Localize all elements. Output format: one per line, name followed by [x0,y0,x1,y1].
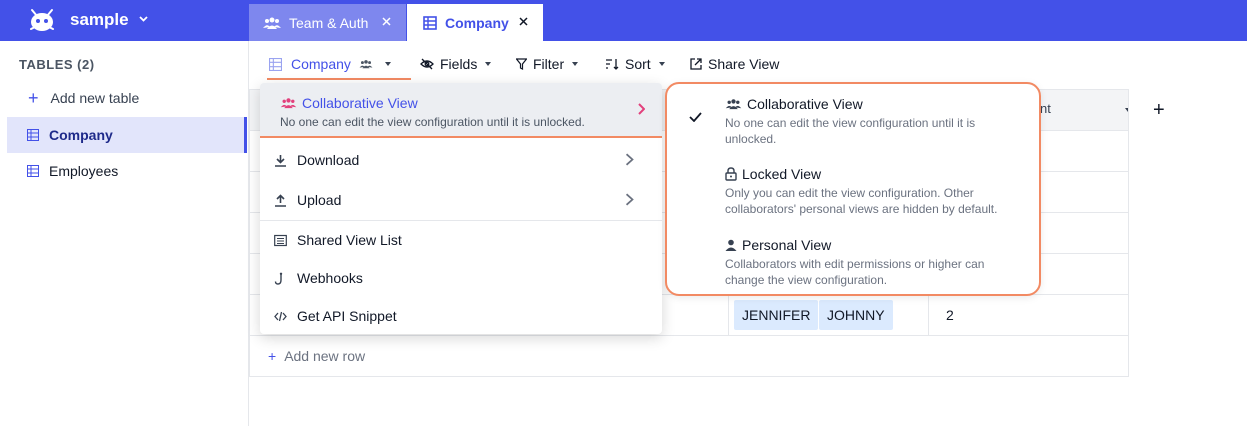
option-personal-view[interactable]: Personal View Collaborators with edit pe… [725,237,1025,288]
tab-label: Company [445,14,509,31]
option-collaborative-view[interactable]: Collaborative View No one can edit the v… [725,96,1025,147]
chevron-right-icon [625,193,634,206]
menu-item-label: Upload [297,192,342,208]
chevron-right-icon [638,103,645,115]
sidebar-item-label: Employees [49,163,119,179]
view-lock-submenu: Collaborative View No one can edit the v… [665,82,1041,296]
share-view-label: Share View [708,56,780,72]
menu-item-label: Collaborative View [302,95,418,111]
team-icon [359,60,373,69]
share-icon [690,58,702,70]
tables-heading: TABLES (2) [19,57,95,72]
filter-icon [516,58,527,70]
menu-item-webhooks[interactable]: Webhooks [260,259,662,297]
sidebar-item-employees[interactable]: Employees [7,153,247,189]
active-view-underline [267,78,411,80]
close-icon[interactable] [518,16,529,27]
add-column-area: + [1128,89,1192,377]
linked-record-chip[interactable]: JENNIFER [734,300,819,330]
chevron-down-icon [485,62,492,66]
check-icon [689,112,702,122]
chevron-down-icon [139,16,148,22]
plus-icon: + [28,88,39,108]
team-icon [263,17,281,29]
fields-button[interactable]: Fields [420,56,492,72]
chevron-right-icon [625,153,634,166]
list-icon [274,234,287,246]
option-title: Locked View [742,166,822,182]
grid-cell-count[interactable]: 2 [946,307,954,323]
add-row-row [250,336,1129,377]
menu-item-shared-view-list[interactable]: Shared View List [260,221,662,259]
option-locked-view[interactable]: Locked View Only you can edit the view c… [725,166,1025,217]
option-description: Collaborators with edit permissions or h… [725,257,985,287]
tab-team-auth[interactable]: Team & Auth [249,4,406,41]
code-icon [274,311,287,321]
add-row-label: Add new row [284,348,366,364]
webhook-icon [274,272,283,285]
plus-icon: + [268,348,277,364]
table-icon [27,165,39,177]
chevron-down-icon [572,62,579,66]
person-icon [725,239,737,251]
menu-item-label: Webhooks [297,270,363,286]
add-column-button[interactable]: + [1153,99,1165,122]
filter-label: Filter [533,56,565,72]
eye-off-icon [420,58,434,70]
linked-record-chip[interactable]: JOHNNY [819,300,893,330]
users-icon [725,99,742,110]
app-logo-icon [30,9,54,31]
fields-label: Fields [440,56,478,72]
view-menu-button[interactable]: Company [269,56,391,72]
menu-item-label: Shared View List [297,232,402,248]
upload-icon [275,193,286,207]
sort-label: Sort [625,56,651,72]
view-name: Company [291,56,351,72]
workspace-switcher[interactable]: sample [0,0,248,41]
menu-item-label: Get API Snippet [297,308,397,324]
menu-item-description: No one can edit the view configuration u… [280,115,585,129]
menu-item-get-api-snippet[interactable]: Get API Snippet [260,297,662,335]
menu-item-label: Download [297,152,360,168]
menu-item-upload[interactable]: Upload [260,181,662,219]
sort-icon [606,59,619,70]
download-icon [275,154,286,167]
table-icon [269,57,282,71]
share-view-button[interactable]: Share View [690,56,779,72]
add-new-table-button[interactable]: + Add new table [28,89,139,107]
menu-item-collaborative-view[interactable]: Collaborative View No one can edit the v… [260,83,662,138]
tab-company[interactable]: Company [407,4,543,41]
option-description: No one can edit the view configuration u… [725,116,976,146]
lock-icon [725,167,737,181]
view-dropdown-menu: Collaborative View No one can edit the v… [260,83,662,334]
option-title: Collaborative View [747,96,863,112]
add-table-label: Add new table [50,90,140,106]
tab-label: Team & Auth [289,14,369,31]
close-icon[interactable] [381,16,392,27]
menu-item-download[interactable]: Download [260,141,662,179]
chevron-down-icon [658,62,665,66]
sort-button[interactable]: Sort [605,56,665,72]
workspace-name: sample [70,10,129,29]
filter-button[interactable]: Filter [516,56,579,72]
table-icon [423,15,437,30]
top-bar: sample Team & Auth Company [0,0,1247,41]
column-header[interactable]: nt [1040,101,1051,116]
option-description: Only you can edit the view configuration… [725,186,998,216]
add-new-row-button[interactable]: + Add new row [268,348,365,364]
sidebar: TABLES (2) + Add new table Company Emplo… [0,41,249,426]
users-icon [280,98,297,109]
sidebar-item-label: Company [49,127,113,143]
table-icon [27,129,39,141]
sidebar-item-company[interactable]: Company [7,117,247,153]
option-title: Personal View [742,237,832,253]
chevron-down-icon [384,62,391,66]
